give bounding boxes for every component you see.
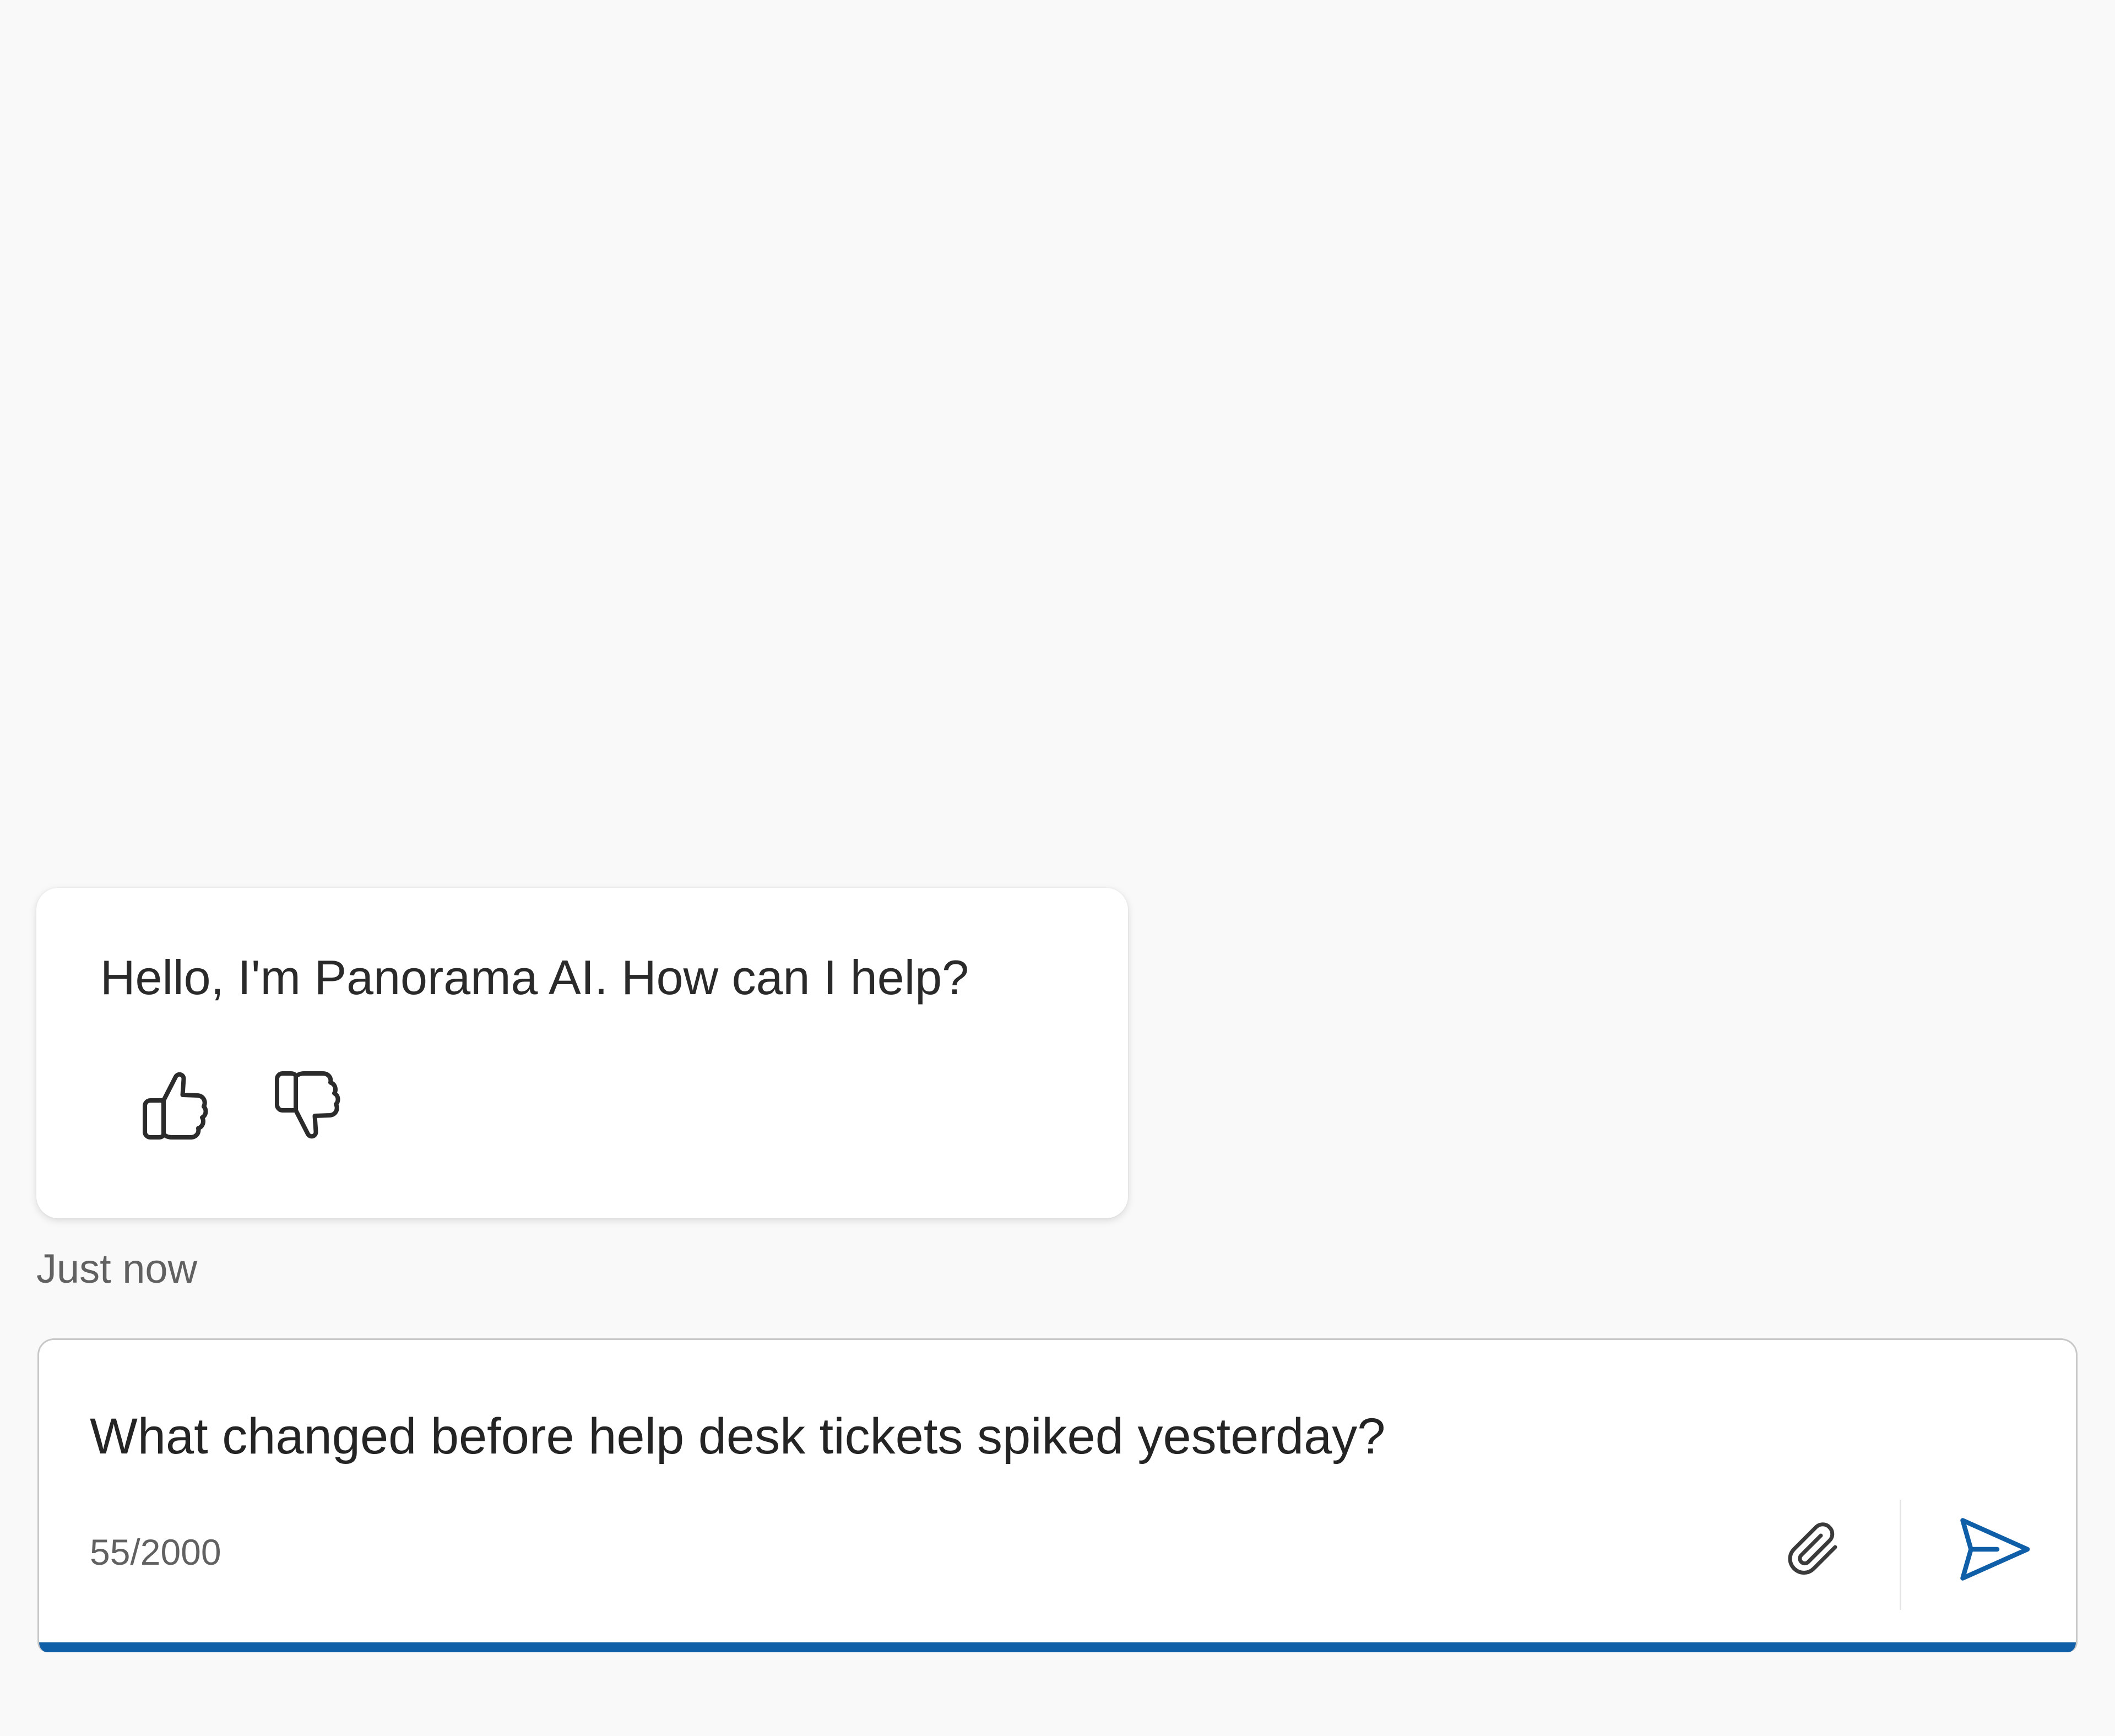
thumbs-up-icon (143, 1072, 208, 1140)
bot-message-text: Hello, I'm Panorama AI. How can I help? (100, 950, 969, 1005)
thumbs-down-icon (275, 1071, 340, 1139)
dislike-button[interactable] (262, 1064, 350, 1147)
bot-message-card: Hello, I'm Panorama AI. How can I help? (36, 888, 1128, 1218)
composer-focus-underline (39, 1642, 2076, 1652)
paperclip-icon (1788, 1522, 1837, 1575)
send-icon (1960, 1518, 2030, 1581)
message-composer: 55/2000 (37, 1338, 2078, 1652)
like-button[interactable] (130, 1064, 218, 1147)
send-button[interactable] (1945, 1500, 2044, 1599)
feedback-row (130, 1064, 350, 1147)
chat-input[interactable] (90, 1401, 1907, 1472)
attach-button[interactable] (1769, 1505, 1857, 1593)
message-timestamp: Just now (36, 1246, 198, 1292)
composer-divider (1900, 1500, 1901, 1610)
chat-pane: Hello, I'm Panorama AI. How can I help? … (0, 0, 2115, 1736)
character-counter: 55/2000 (90, 1532, 221, 1572)
